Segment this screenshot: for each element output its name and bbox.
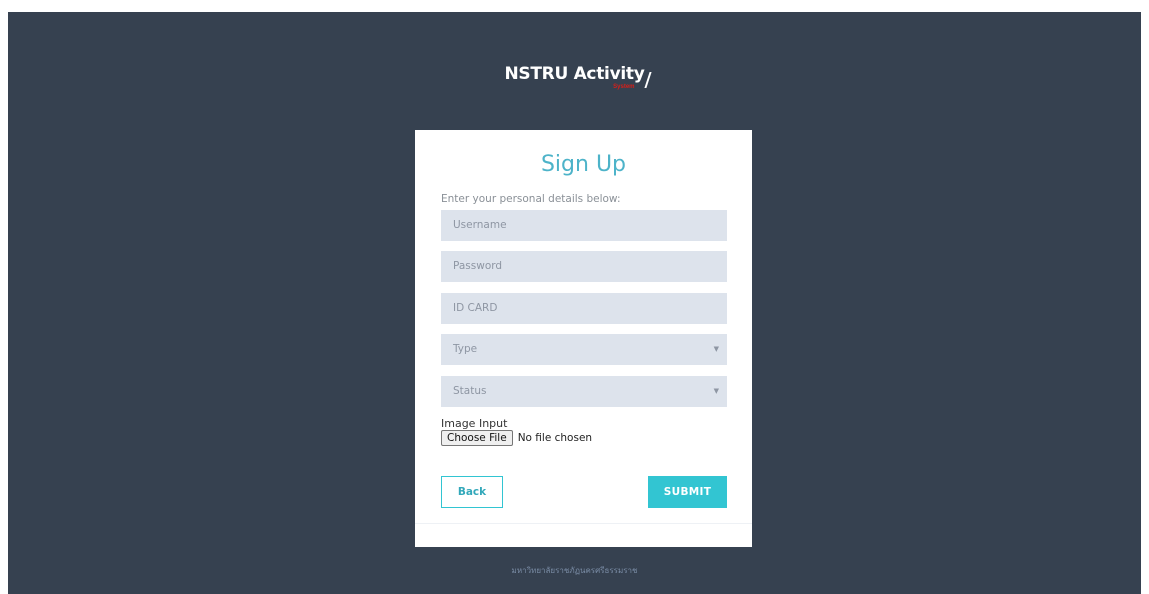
footer-text: มหาวิทยาลัยราชภัฏนครศรีธรรมราช — [511, 566, 638, 575]
idcard-input[interactable] — [441, 293, 727, 324]
submit-button[interactable]: SUBMIT — [648, 476, 727, 508]
form-subtitle: Enter your personal details below: — [441, 193, 621, 205]
username-input[interactable] — [441, 210, 727, 241]
login-page-background: NSTRU Activity System Sign Up Enter your… — [8, 12, 1141, 594]
type-select[interactable]: Type ▼ — [441, 334, 727, 365]
type-select-value: Type — [453, 343, 478, 355]
status-select-value: Status — [453, 385, 487, 397]
caret-down-icon: ▼ — [713, 387, 719, 395]
logo: NSTRU Activity System — [8, 64, 1141, 100]
caret-down-icon: ▼ — [713, 345, 719, 353]
status-select[interactable]: Status ▼ — [441, 376, 727, 407]
file-status-text: No file chosen — [517, 432, 593, 444]
panel-divider — [415, 523, 752, 524]
password-input[interactable] — [441, 251, 727, 282]
page-title: Sign Up — [540, 152, 627, 177]
signup-panel: Sign Up Enter your personal details belo… — [415, 130, 752, 547]
back-button[interactable]: Back — [441, 476, 503, 508]
logo-text: NSTRU Activity — [504, 64, 645, 84]
choose-file-button[interactable]: Choose File — [441, 430, 513, 446]
logo-wrap: NSTRU Activity System — [504, 64, 652, 90]
image-file-input: Choose File No file chosen — [441, 429, 592, 447]
logo-subtext: System — [613, 84, 635, 90]
